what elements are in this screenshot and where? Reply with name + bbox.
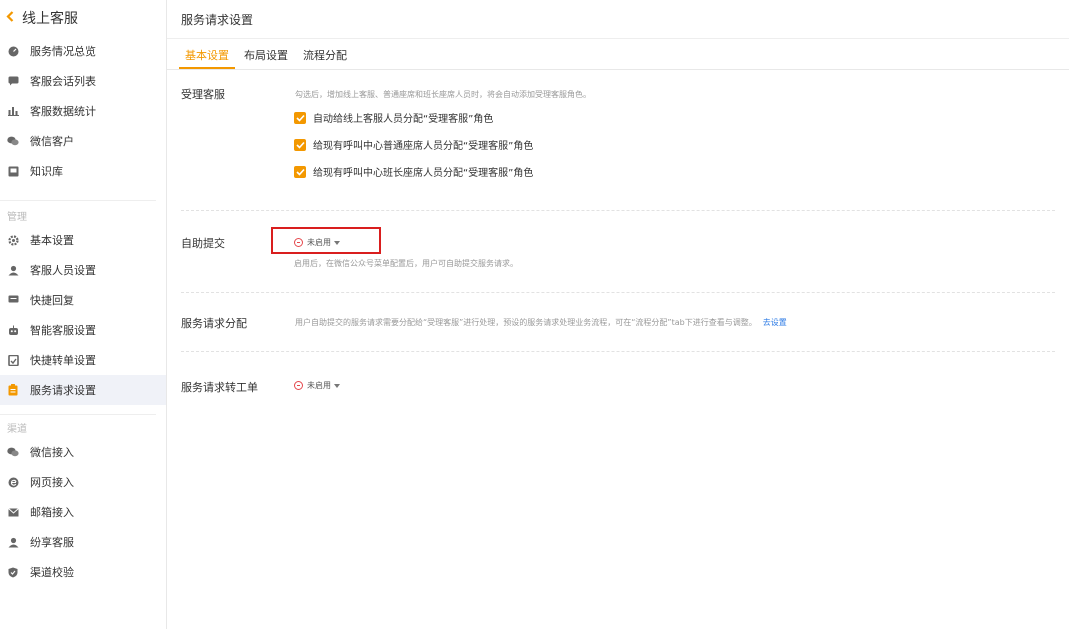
- clipboard-icon: [7, 384, 19, 396]
- highlight-box: [271, 227, 381, 254]
- sidebar-item-label: 快捷回复: [30, 294, 74, 307]
- tab-bar: 基本设置 布局设置 流程分配: [167, 39, 1069, 70]
- sidebar-item-overview[interactable]: 服务情况总览: [0, 36, 166, 66]
- sidebar-item-wechat-access[interactable]: 微信接入: [0, 437, 166, 467]
- sidebar-item-label: 服务情况总览: [30, 45, 96, 58]
- accept-agent-label: 受理客服: [181, 88, 225, 101]
- section-divider: [181, 292, 1055, 293]
- browser-icon: [7, 476, 19, 488]
- sidebar-item-basic-settings[interactable]: 基本设置: [0, 225, 166, 255]
- sidebar-item-label: 微信接入: [30, 446, 74, 459]
- robot-icon: [7, 324, 19, 336]
- auto-assign-online-checkbox[interactable]: 自动给线上客服人员分配“受理客服”角色: [294, 110, 493, 125]
- section-divider: [181, 351, 1055, 352]
- dispatch-label: 服务请求分配: [181, 317, 247, 330]
- go-settings-link[interactable]: 去设置: [763, 318, 787, 327]
- sidebar-item-label: 纷享客服: [30, 536, 74, 549]
- tab-basic-settings[interactable]: 基本设置: [179, 47, 235, 69]
- self-submit-label: 自助提交: [181, 237, 225, 250]
- checkbox-label: 自动给线上客服人员分配“受理客服”角色: [313, 114, 494, 125]
- book-icon: [7, 165, 19, 177]
- sidebar-item-service-request-settings[interactable]: 服务请求设置: [0, 375, 166, 405]
- assign-monitor-seat-checkbox[interactable]: 给现有呼叫中心班长座席人员分配“受理客服”角色: [294, 164, 533, 179]
- self-submit-description: 启用后，在微信公众号菜单配置后，用户可自助提交服务请求。: [294, 259, 518, 268]
- bar-chart-icon: [7, 105, 19, 117]
- sidebar-item-quick-reply[interactable]: 快捷回复: [0, 285, 166, 315]
- sidebar-item-label: 服务请求设置: [30, 384, 96, 397]
- agent-icon: [7, 536, 19, 548]
- sidebar-item-sessions[interactable]: 客服会话列表: [0, 66, 166, 96]
- sidebar-item-label: 客服人员设置: [30, 264, 96, 277]
- sidebar-item-label: 知识库: [30, 165, 63, 178]
- status-text: 未启用: [307, 381, 331, 390]
- sidebar-item-web-access[interactable]: 网页接入: [0, 467, 166, 497]
- chat-icon: [7, 75, 19, 87]
- sidebar-item-label: 智能客服设置: [30, 324, 96, 337]
- sidebar-item-label: 基本设置: [30, 234, 74, 247]
- sidebar: 线上客服 服务情况总览 客服会话列表 客服数据统计 微信客户 知识库 管理 基本…: [0, 0, 167, 629]
- sidebar-item-fxiaoke-service[interactable]: 纷享客服: [0, 527, 166, 557]
- main-content: 服务请求设置 基本设置 布局设置 流程分配 受理客服 勾选后，增加线上客服、普通…: [167, 0, 1069, 629]
- sidebar-header[interactable]: 线上客服: [0, 0, 166, 36]
- checkmark-icon[interactable]: [294, 111, 306, 124]
- tab-layout-settings[interactable]: 布局设置: [238, 47, 294, 69]
- checkbox-label: 给现有呼叫中心普通座席人员分配“受理客服”角色: [313, 141, 534, 152]
- wechat-icon: [7, 135, 19, 147]
- sidebar-item-smart-service[interactable]: 智能客服设置: [0, 315, 166, 345]
- to-ticket-label: 服务请求转工单: [181, 381, 258, 394]
- checkmark-icon[interactable]: [294, 138, 306, 151]
- checkmark-icon[interactable]: [294, 165, 306, 178]
- accept-agent-description: 勾选后，增加线上客服、普通座席和班长座席人员时，将会自动添加受理客服角色。: [295, 90, 591, 99]
- sidebar-section-channel: 渠道: [7, 424, 27, 435]
- sidebar-item-label: 客服数据统计: [30, 105, 96, 118]
- sidebar-section-manage: 管理: [7, 212, 27, 223]
- sidebar-item-label: 网页接入: [30, 476, 74, 489]
- sidebar-item-label: 快捷转单设置: [30, 354, 96, 367]
- tab-process-assign[interactable]: 流程分配: [297, 47, 353, 69]
- message-icon: [7, 294, 19, 306]
- wechat-icon: [7, 446, 19, 458]
- sidebar-item-agent-settings[interactable]: 客服人员设置: [0, 255, 166, 285]
- sidebar-item-mail-access[interactable]: 邮箱接入: [0, 497, 166, 527]
- mail-icon: [7, 506, 19, 518]
- section-divider: [181, 210, 1055, 211]
- sidebar-item-channel-verify[interactable]: 渠道校验: [0, 557, 166, 587]
- disabled-icon: [294, 381, 303, 390]
- dispatch-description-text: 用户自助提交的服务请求需要分配给“受理客服”进行处理，预设的服务请求处理业务流程…: [295, 318, 757, 327]
- transfer-icon: [7, 354, 19, 366]
- to-ticket-status-dropdown[interactable]: 未启用: [294, 380, 340, 391]
- sidebar-item-label: 微信客户: [30, 135, 74, 148]
- sidebar-item-stats[interactable]: 客服数据统计: [0, 96, 166, 126]
- checkbox-label: 给现有呼叫中心班长座席人员分配“受理客服”角色: [313, 168, 534, 179]
- sidebar-item-wechat-customers[interactable]: 微信客户: [0, 126, 166, 156]
- assign-normal-seat-checkbox[interactable]: 给现有呼叫中心普通座席人员分配“受理客服”角色: [294, 137, 533, 152]
- caret-down-icon: [334, 383, 340, 388]
- page-title: 服务请求设置: [167, 0, 1069, 39]
- gauge-icon: [7, 45, 19, 57]
- dispatch-description: 用户自助提交的服务请求需要分配给“受理客服”进行处理，预设的服务请求处理业务流程…: [295, 317, 787, 328]
- agent-icon: [7, 264, 19, 276]
- sidebar-item-knowledge[interactable]: 知识库: [0, 156, 166, 186]
- sidebar-item-label: 邮箱接入: [30, 506, 74, 519]
- sidebar-item-quick-transfer[interactable]: 快捷转单设置: [0, 345, 166, 375]
- sidebar-title: 线上客服: [22, 11, 78, 27]
- sidebar-item-label: 客服会话列表: [30, 75, 96, 88]
- gear-icon: [7, 234, 19, 246]
- shield-icon: [7, 566, 19, 578]
- chevron-left-icon[interactable]: [6, 10, 20, 26]
- sidebar-item-label: 渠道校验: [30, 566, 74, 579]
